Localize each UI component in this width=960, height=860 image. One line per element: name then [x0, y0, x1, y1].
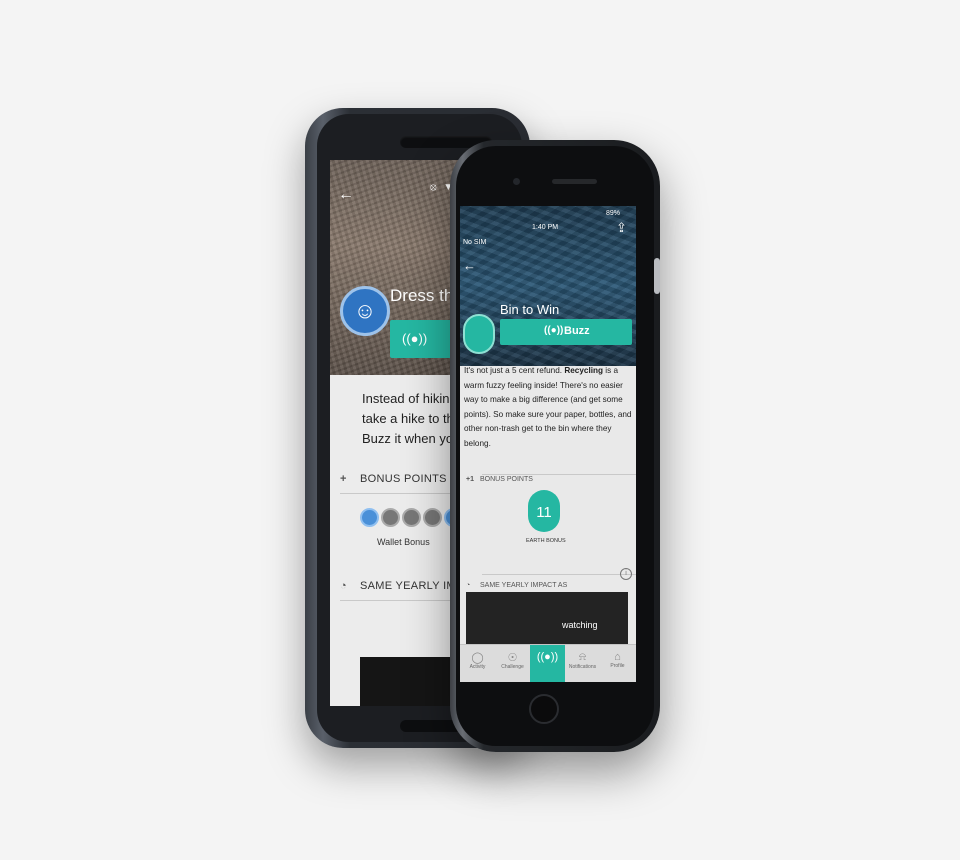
- impact-video[interactable]: watching: [466, 592, 628, 652]
- iphone-speaker: [552, 179, 597, 184]
- recycle-bin-avatar: [463, 314, 495, 354]
- clock: 1:40 PM: [532, 224, 559, 231]
- buzz-icon: ((●)): [544, 325, 564, 336]
- tab-label: Notifications: [568, 664, 597, 670]
- earth-bonus-badge: 11: [528, 490, 560, 532]
- back-arrow-icon[interactable]: ←: [463, 258, 476, 273]
- globe-icon: [402, 508, 421, 527]
- buzz-button[interactable]: ((●)) Buzz: [500, 319, 632, 345]
- description-line: Buzz it when you: [362, 431, 464, 446]
- bonus-points-label: BONUS POINTS: [360, 473, 447, 485]
- bonus-points-label: BONUS POINTS: [480, 476, 533, 483]
- challenge-icon: ☉: [507, 652, 518, 664]
- tab-buzz[interactable]: ((●)): [530, 645, 565, 682]
- buzz-icon: ((●)): [402, 331, 428, 346]
- snowman-icon: ☺: [353, 298, 377, 323]
- bell-icon: ⍾: [578, 651, 587, 663]
- description-text: It's not just a 5 cent refund.: [464, 366, 565, 375]
- tab-notifications[interactable]: ⍾ Notifications: [565, 645, 600, 682]
- divider: [482, 474, 636, 475]
- tab-label: Activity: [469, 664, 486, 670]
- info-icon[interactable]: i: [620, 568, 632, 580]
- video-caption: watching: [562, 620, 598, 630]
- buzz-label: Buzz: [564, 325, 590, 337]
- impact-header: ◔ SAME YEARLY IMPACT AS: [466, 582, 567, 589]
- earth-bonus-label: EARTH BONUS: [526, 538, 566, 544]
- buzz-icon: ((●)): [536, 651, 559, 663]
- description-text: is a warm fuzzy feeling inside! There's …: [464, 366, 632, 448]
- tab-challenge[interactable]: ☉ Challenge: [495, 645, 530, 682]
- share-icon[interactable]: ⇪: [616, 220, 627, 236]
- profile-icon: ⌂: [614, 651, 621, 663]
- challenge-avatar: ☺: [340, 286, 390, 336]
- iphone-hero-image: No SIM 1:40 PM 89% ⇪ ← Bin to Win ((●)) …: [460, 206, 636, 366]
- wallet-bonus-label: Wallet Bonus: [377, 537, 430, 547]
- tab-label: Challenge: [501, 664, 524, 670]
- bonus-value: 11: [536, 504, 552, 521]
- challenge-title: Bin to Win: [500, 302, 560, 317]
- pie-icon: ◔: [466, 582, 471, 589]
- activity-icon: ◯: [471, 652, 484, 664]
- bonus-prefix: +1: [466, 476, 474, 483]
- description-bold: Recycling: [564, 366, 604, 375]
- impact-label: SAME YEARLY IMPACT AS: [480, 582, 568, 589]
- home-button[interactable]: [529, 694, 559, 724]
- back-arrow-icon[interactable]: ←: [338, 186, 354, 204]
- divider: [482, 574, 636, 575]
- tab-label: Profile: [610, 663, 625, 669]
- tab-profile[interactable]: ⌂ Profile: [600, 645, 635, 682]
- plus-icon: +: [340, 473, 347, 485]
- globe-icon: [360, 508, 379, 527]
- tab-bar: ◯ Activity ☉ Challenge ((●)) ⍾ Notificat…: [460, 644, 636, 682]
- iphone-camera: [513, 178, 520, 185]
- iphone-side-button: [654, 258, 660, 294]
- challenge-description: It's not just a 5 cent refund. Recycling…: [464, 364, 634, 451]
- bonus-points-header: + BONUS POINTS: [340, 473, 447, 485]
- globe-icon: [381, 508, 400, 527]
- pie-icon: ◔: [340, 580, 347, 592]
- carrier-label: No SIM: [463, 239, 487, 246]
- battery-label: 89%: [606, 210, 621, 217]
- tab-activity[interactable]: ◯ Activity: [460, 645, 495, 682]
- iphone-screen: No SIM 1:40 PM 89% ⇪ ← Bin to Win ((●)) …: [460, 206, 636, 682]
- bonus-points-header: +1 BONUS POINTS: [466, 476, 533, 483]
- globe-icon: [423, 508, 442, 527]
